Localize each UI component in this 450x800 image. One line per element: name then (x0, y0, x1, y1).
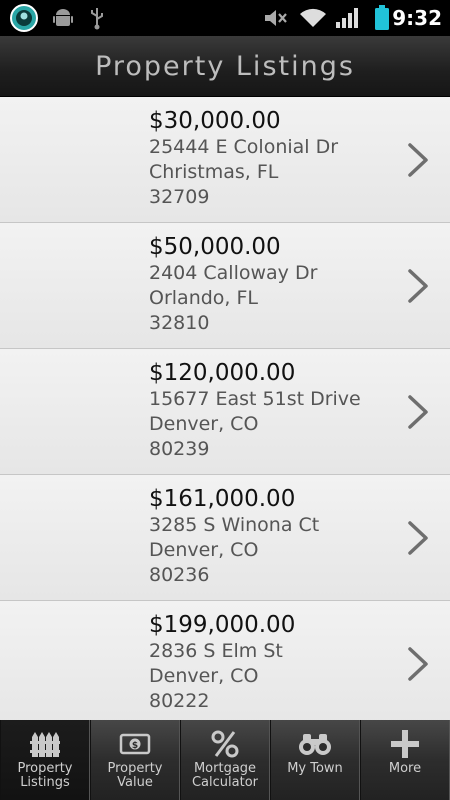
tab-my-town[interactable]: My Town (270, 720, 360, 800)
listing-city: Denver, CO (149, 665, 259, 687)
listing-price: $50,000.00 (149, 234, 281, 260)
listing-city: Denver, CO (149, 413, 259, 435)
listing-street: 15677 East 51st Drive (149, 388, 361, 410)
tab-property-value[interactable]: $ Property Value (90, 720, 180, 800)
svg-text:$: $ (132, 741, 138, 751)
listing-text: $161,000.00 3285 S Winona Ct Denver, CO … (149, 485, 319, 588)
list-item[interactable]: $50,000.00 2404 Calloway Dr Orlando, FL … (0, 223, 450, 349)
wifi-icon (298, 0, 328, 36)
tab-label: More (388, 761, 422, 776)
listing-street: 2836 S Elm St (149, 640, 283, 662)
list-item[interactable]: $30,000.00 25444 E Colonial Dr Christmas… (0, 97, 450, 223)
listing-zip: 80239 (149, 438, 210, 460)
list-item[interactable]: $161,000.00 3285 S Winona Ct Denver, CO … (0, 475, 450, 601)
status-bar: 9:32 (0, 0, 450, 36)
tab-label: My Town (287, 761, 343, 776)
status-time: 9:32 (392, 6, 442, 30)
list-item[interactable]: $120,000.00 15677 East 51st Drive Denver… (0, 349, 450, 475)
mute-icon (262, 0, 290, 36)
chevron-right-icon (408, 646, 428, 681)
plus-icon (361, 728, 449, 760)
listing-zip: 32810 (149, 312, 210, 334)
listing-text: $199,000.00 2836 S Elm St Denver, CO 802… (149, 611, 295, 714)
listing-street: 3285 S Winona Ct (149, 514, 320, 536)
tab-property-listings[interactable]: Property Listings (0, 720, 90, 800)
dollar-bill-icon: $ (91, 728, 179, 760)
battery-icon (372, 0, 392, 36)
app-header: Property Listings (0, 36, 450, 97)
listing-text: $50,000.00 2404 Calloway Dr Orlando, FL … (149, 233, 317, 336)
bottom-tab-bar: Property Listings $ Property Value Mortg… (0, 720, 450, 800)
tab-label: Property Listings (17, 761, 73, 790)
signal-icon (334, 0, 360, 36)
page-title: Property Listings (95, 50, 355, 82)
app-notification-icon (8, 0, 40, 36)
percent-icon (181, 728, 269, 760)
usb-icon (86, 0, 108, 36)
android-debug-icon (50, 0, 76, 36)
listing-city: Denver, CO (149, 539, 259, 561)
listing-price: $161,000.00 (149, 486, 296, 512)
list-item[interactable]: $199,000.00 2836 S Elm St Denver, CO 802… (0, 601, 450, 720)
chevron-right-icon (408, 142, 428, 177)
listings-list[interactable]: $30,000.00 25444 E Colonial Dr Christmas… (0, 97, 450, 720)
listing-city: Christmas, FL (149, 161, 279, 183)
binoculars-icon (271, 728, 359, 760)
tab-more[interactable]: More (360, 720, 450, 800)
tab-label: Property Value (107, 761, 163, 790)
listing-street: 25444 E Colonial Dr (149, 136, 339, 158)
listing-zip: 80236 (149, 564, 210, 586)
fence-icon (1, 728, 89, 760)
chevron-right-icon (408, 520, 428, 555)
listing-city: Orlando, FL (149, 287, 259, 309)
listing-street: 2404 Calloway Dr (149, 262, 318, 284)
chevron-right-icon (408, 394, 428, 429)
tab-mortgage-calculator[interactable]: Mortgage Calculator (180, 720, 270, 800)
listing-zip: 80222 (149, 690, 210, 712)
listing-text: $30,000.00 25444 E Colonial Dr Christmas… (149, 107, 338, 210)
listing-text: $120,000.00 15677 East 51st Drive Denver… (149, 359, 361, 462)
listing-zip: 32709 (149, 186, 210, 208)
tab-label: Mortgage Calculator (191, 761, 258, 790)
listing-price: $30,000.00 (149, 108, 281, 134)
chevron-right-icon (408, 268, 428, 303)
listing-price: $199,000.00 (149, 612, 296, 638)
listing-price: $120,000.00 (149, 360, 296, 386)
